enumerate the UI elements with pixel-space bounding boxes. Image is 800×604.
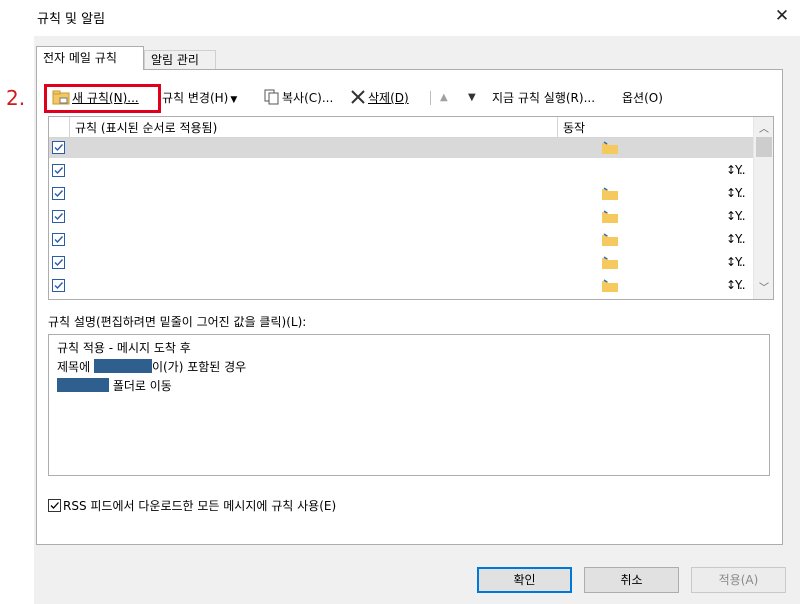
rule-row[interactable] <box>49 138 753 158</box>
rule-checkbox[interactable] <box>52 187 65 200</box>
description-line-2-post: 이(가) 포함된 경우 <box>151 360 247 374</box>
advanced-action-icon: ↕Y.. <box>726 278 746 292</box>
rule-description-label: 규칙 설명(편집하려면 밑줄이 그어진 값을 클릭)(L): <box>48 315 307 329</box>
rss-checkbox[interactable] <box>48 499 61 512</box>
description-line-1: 규칙 적용 - 메시지 도착 후 <box>57 341 191 355</box>
description-line-3: 폴더로 이동 <box>57 377 172 394</box>
rule-row[interactable]: ↕Y.. <box>49 230 753 250</box>
tab-email-rules[interactable]: 전자 메일 규칙 <box>36 46 144 70</box>
rule-description-box: 규칙 적용 - 메시지 도착 후 제목에 이(가) 포함된 경우 폴더로 이동 <box>48 334 770 476</box>
new-rule-button[interactable]: 새 규칙(N)... <box>52 88 139 108</box>
change-rule-label: 규칙 변경(H) <box>162 91 229 105</box>
chevron-down-icon: ▼ <box>230 95 238 105</box>
advanced-action-icon: ↕Y.. <box>726 232 746 246</box>
cancel-button[interactable]: 취소 <box>584 567 679 593</box>
delete-button[interactable]: 삭제(D) <box>350 88 409 108</box>
rule-checkbox[interactable] <box>52 210 65 223</box>
advanced-action-icon: ↕Y.. <box>726 209 746 223</box>
rule-checkbox[interactable] <box>52 279 65 292</box>
rule-row[interactable]: ↕Y.. <box>49 276 753 296</box>
delete-label: 삭제(D) <box>368 91 409 105</box>
move-up-icon[interactable]: ▲ <box>440 88 448 108</box>
run-rules-now-button[interactable]: 지금 규칙 실행(R)... <box>492 88 595 108</box>
scroll-thumb[interactable] <box>756 137 772 157</box>
copy-label: 복사(C)... <box>282 91 334 105</box>
rss-label: RSS 피드에서 다운로드한 모든 메시지에 규칙 사용(E) <box>63 499 337 513</box>
move-to-folder-icon <box>602 210 618 223</box>
rule-checkbox[interactable] <box>52 256 65 269</box>
description-line-2: 제목에 이(가) 포함된 경우 <box>57 358 246 375</box>
rule-checkbox[interactable] <box>52 141 65 154</box>
advanced-action-icon: ↕Y.. <box>726 163 746 177</box>
rules-list-header: 규칙 (표시된 순서로 적용됨) 동작 <box>49 117 753 138</box>
advanced-action-icon: ↕Y.. <box>726 186 746 200</box>
rule-checkbox[interactable] <box>52 233 65 246</box>
copy-icon <box>264 89 279 105</box>
apply-button[interactable]: 적용(A) <box>691 567 786 593</box>
delete-x-icon <box>351 90 365 104</box>
column-header-action[interactable]: 동작 <box>563 119 585 136</box>
copy-button[interactable]: 복사(C)... <box>264 88 333 108</box>
rule-checkbox[interactable] <box>52 164 65 177</box>
close-icon[interactable]: ✕ <box>770 4 794 28</box>
step-annotation: 2. <box>6 86 26 110</box>
new-rule-label: 새 규칙(N)... <box>72 91 139 105</box>
move-to-folder-icon <box>602 279 618 292</box>
scroll-down-icon[interactable]: ﹀ <box>757 279 771 294</box>
options-label: 옵션(O) <box>622 91 663 105</box>
move-to-folder-icon <box>602 141 618 154</box>
column-header-rule[interactable]: 규칙 (표시된 순서로 적용됨) <box>75 119 217 136</box>
rules-list[interactable]: 규칙 (표시된 순서로 적용됨) 동작 ↕Y.. ↕Y.. ↕Y.. ↕Y.. ↕Y..… <box>48 116 774 300</box>
toolbar-separator <box>430 91 431 105</box>
change-rule-button[interactable]: 규칙 변경(H) ▼ <box>162 88 237 108</box>
description-line-3-post: 폴더로 이동 <box>112 379 172 393</box>
move-to-folder-icon <box>602 233 618 246</box>
scroll-up-icon[interactable]: ︿ <box>757 120 771 135</box>
move-to-folder-icon <box>602 256 618 269</box>
move-down-icon[interactable]: ▼ <box>468 88 476 108</box>
description-line-2-pre: 제목에 <box>57 360 91 374</box>
redacted-folder-value[interactable] <box>57 378 109 392</box>
run-rules-now-label: 지금 규칙 실행(R)... <box>492 91 596 105</box>
rule-row[interactable]: ↕Y.. <box>49 184 753 204</box>
rule-row[interactable]: ↕Y.. <box>49 207 753 227</box>
rules-list-scrollbar[interactable]: ︿ ﹀ <box>753 117 773 299</box>
move-to-folder-icon <box>602 187 618 200</box>
options-button[interactable]: 옵션(O) <box>622 88 663 108</box>
rule-row[interactable]: ↕Y.. <box>49 161 753 181</box>
redacted-subject-value[interactable] <box>93 359 152 373</box>
window-title: 규칙 및 알림 <box>37 12 106 27</box>
tab-manage-alerts[interactable]: 알림 관리 <box>144 50 216 70</box>
new-rule-icon <box>52 90 70 105</box>
ok-button[interactable]: 확인 <box>477 567 572 593</box>
rss-rules-option[interactable]: RSS 피드에서 다운로드한 모든 메시지에 규칙 사용(E) <box>48 497 336 514</box>
advanced-action-icon: ↕Y.. <box>726 255 746 269</box>
rule-row[interactable]: ↕Y.. <box>49 253 753 273</box>
